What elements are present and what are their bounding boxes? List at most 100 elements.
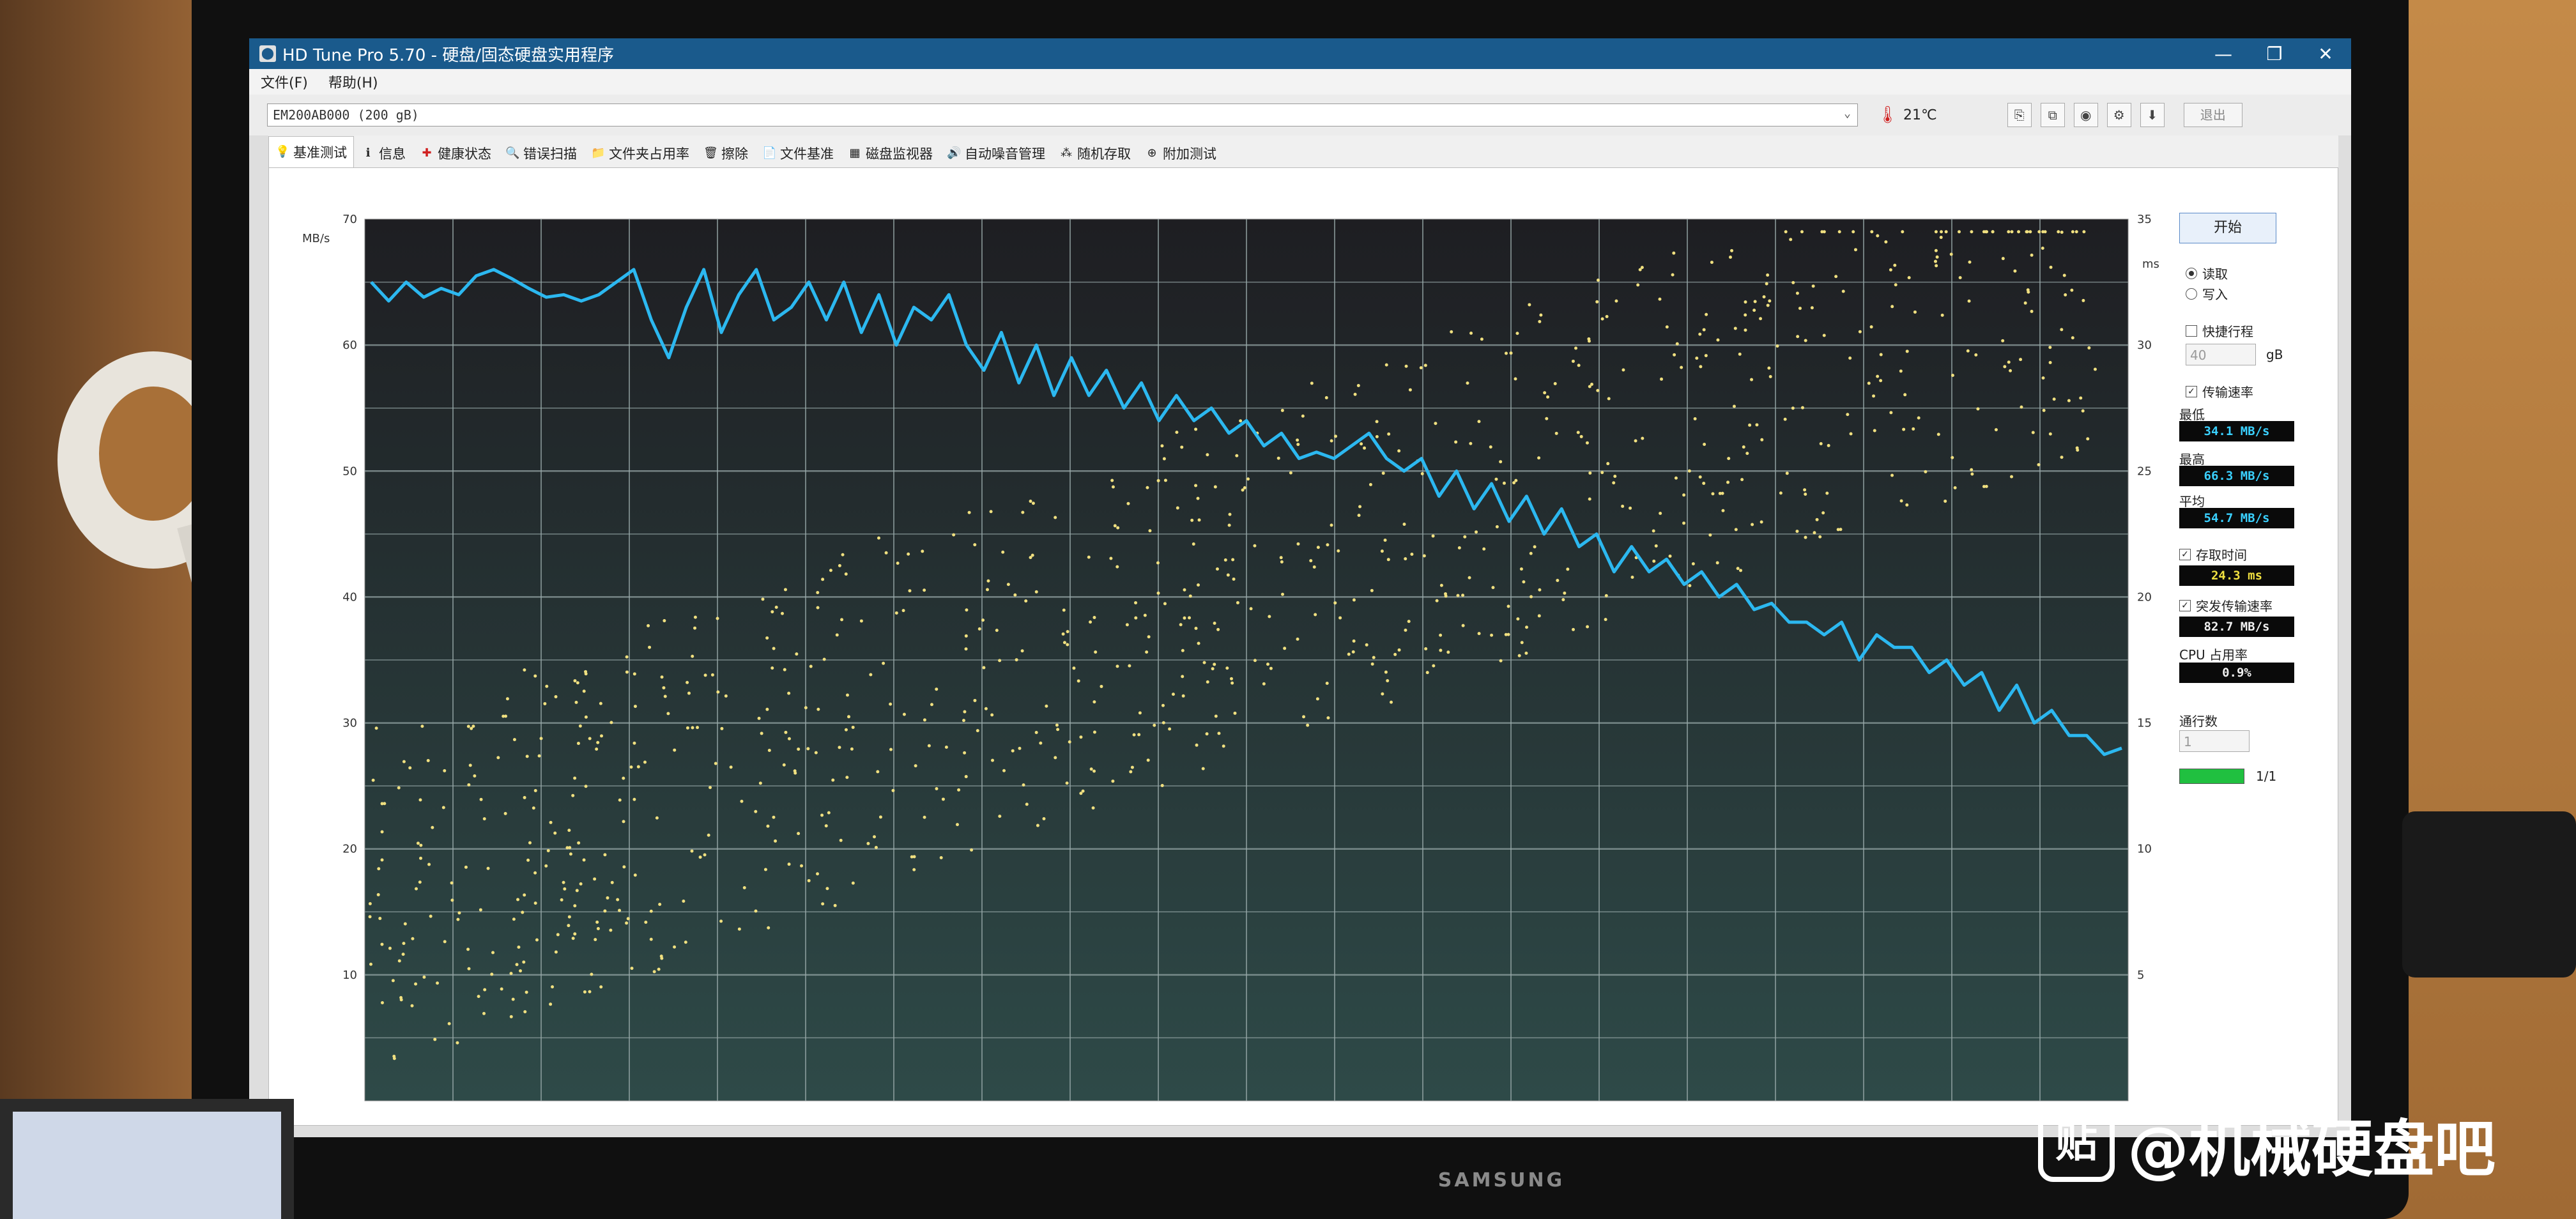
access-time-point — [1276, 456, 1280, 460]
tab-7[interactable]: ▦ 磁盘监视器 — [841, 139, 940, 167]
access-time-point — [1940, 230, 1943, 234]
transfer-label: 传输速率 — [2202, 385, 2253, 400]
tab-9[interactable]: ⁂ 随机存取 — [1052, 139, 1138, 167]
quick-length-stepper[interactable]: 40 — [2186, 344, 2256, 365]
access-time-point — [1312, 565, 1316, 569]
exit-button[interactable]: 退出 — [2183, 103, 2242, 127]
access-time-point — [1301, 414, 1305, 418]
access-time-point — [673, 748, 677, 752]
access-time-point — [1156, 561, 1160, 565]
access-time-point — [1721, 491, 1724, 495]
tab-2[interactable]: ✚ 健康状态 — [413, 139, 498, 167]
access-time-point — [378, 917, 382, 921]
quick-checkbox[interactable]: 快捷行程 — [2186, 321, 2253, 340]
access-time-point — [1310, 381, 1314, 385]
access-time-point — [610, 880, 614, 884]
tab-5[interactable]: 🗑 擦除 — [696, 139, 755, 167]
access-time-point — [588, 737, 592, 740]
drive-select[interactable]: EM200AB000 (200 gB) ⌄ — [267, 103, 1858, 126]
passes-stepper[interactable]: 1 — [2179, 730, 2250, 752]
access-time-point — [1698, 332, 1702, 336]
access-time-point — [1612, 481, 1616, 485]
access-time-point — [877, 536, 880, 540]
access-time-point — [1386, 558, 1390, 562]
access-time-point — [1638, 268, 1642, 272]
access-time-point — [1092, 769, 1096, 773]
access-time-point — [882, 661, 885, 665]
checkbox-checked: ✓ — [2179, 599, 2191, 611]
access-time-point — [569, 852, 572, 856]
access-time-point — [1991, 230, 1995, 234]
access-time-point — [1175, 431, 1179, 434]
start-button[interactable]: 开始 — [2179, 213, 2276, 243]
access-time-point — [1528, 303, 1531, 307]
save-icon[interactable]: ⬇ — [2140, 103, 2165, 127]
access-time-point — [588, 990, 592, 993]
access-time-point — [416, 841, 420, 845]
access-time-point — [1711, 492, 1715, 496]
access-time-point — [1529, 595, 1533, 599]
access-time-point — [894, 611, 898, 615]
copy-all-icon[interactable]: ⧉ — [2040, 103, 2065, 127]
access-time-point — [2007, 360, 2011, 364]
tab-4[interactable]: 📁 文件夹占用率 — [584, 139, 696, 167]
tab-8[interactable]: 🔊 自动噪音管理 — [940, 139, 1052, 167]
min-label: 最低 — [2179, 407, 2205, 422]
access-time-point — [1836, 528, 1840, 532]
copy-info-icon[interactable]: ⎘ — [2007, 103, 2032, 127]
read-radio[interactable]: 读取 — [2186, 264, 2228, 282]
access-time-point — [989, 510, 993, 514]
burst-checkbox[interactable]: ✓ 突发传输速率 — [2179, 596, 2273, 615]
transfer-checkbox[interactable]: ✓ 传输速率 — [2186, 382, 2253, 401]
access-time-point — [1494, 477, 1498, 481]
access-time-point — [1489, 445, 1492, 449]
close-button[interactable]: ✕ — [2300, 43, 2351, 65]
options-icon[interactable]: ⚙ — [2106, 103, 2131, 127]
access-time-point — [1188, 594, 1192, 598]
tab-1[interactable]: ℹ 信息 — [354, 139, 413, 167]
menu-file[interactable]: 文件(F) — [261, 72, 308, 92]
access-time-point — [1111, 779, 1115, 783]
access-time-point — [1779, 491, 1782, 495]
access-time-point — [610, 721, 613, 724]
access-time-point — [509, 1015, 513, 1018]
restore-button[interactable]: ❐ — [2249, 43, 2300, 65]
tab-10[interactable]: ⊕ 附加测试 — [1138, 139, 1223, 167]
access-time-point — [549, 1002, 553, 1006]
access-time-point — [1894, 283, 1897, 287]
access-time-point — [633, 705, 637, 709]
access-time-point — [630, 967, 634, 970]
access-time-point — [787, 691, 791, 695]
access-time-point — [866, 841, 870, 845]
write-radio[interactable]: 写入 — [2186, 284, 2228, 303]
access-time-point — [545, 684, 549, 688]
access-time-point — [1246, 477, 1250, 481]
access-time-point — [563, 887, 567, 891]
access-time-point — [1065, 781, 1069, 785]
menu-help[interactable]: 帮助(H) — [328, 72, 378, 92]
tab-3[interactable]: 🔍 错误扫描 — [498, 139, 584, 167]
tab-6[interactable]: 📄 文件基准 — [755, 139, 841, 167]
laptop — [0, 1099, 294, 1219]
access-time-point — [369, 962, 372, 966]
access-time-point — [1036, 824, 1039, 827]
access-time-point — [1849, 432, 1853, 436]
access-checkbox[interactable]: ✓ 存取时间 — [2179, 545, 2247, 564]
access-time-point — [1710, 261, 1713, 264]
access-time-point — [793, 769, 797, 773]
access-time-point — [1230, 681, 1234, 685]
minimize-button[interactable]: — — [2198, 43, 2249, 65]
screenshot-icon[interactable]: ◉ — [2073, 103, 2098, 127]
access-time-point — [1092, 730, 1096, 734]
access-time-point — [649, 937, 653, 941]
access-time-point — [1804, 535, 1807, 539]
benchmark-chart: 70 60 50 40 30 20 10 35 30 25 20 15 10 5 — [342, 213, 2152, 1101]
access-time-point — [662, 686, 666, 690]
access-time-point — [1674, 476, 1678, 480]
access-time-point — [467, 967, 471, 970]
access-time-point — [2001, 257, 2005, 261]
access-time-point — [1783, 417, 1787, 421]
tab-0[interactable]: 💡 基准测试 — [268, 136, 354, 167]
access-time-point — [1116, 565, 1119, 569]
access-time-point — [1733, 326, 1737, 330]
